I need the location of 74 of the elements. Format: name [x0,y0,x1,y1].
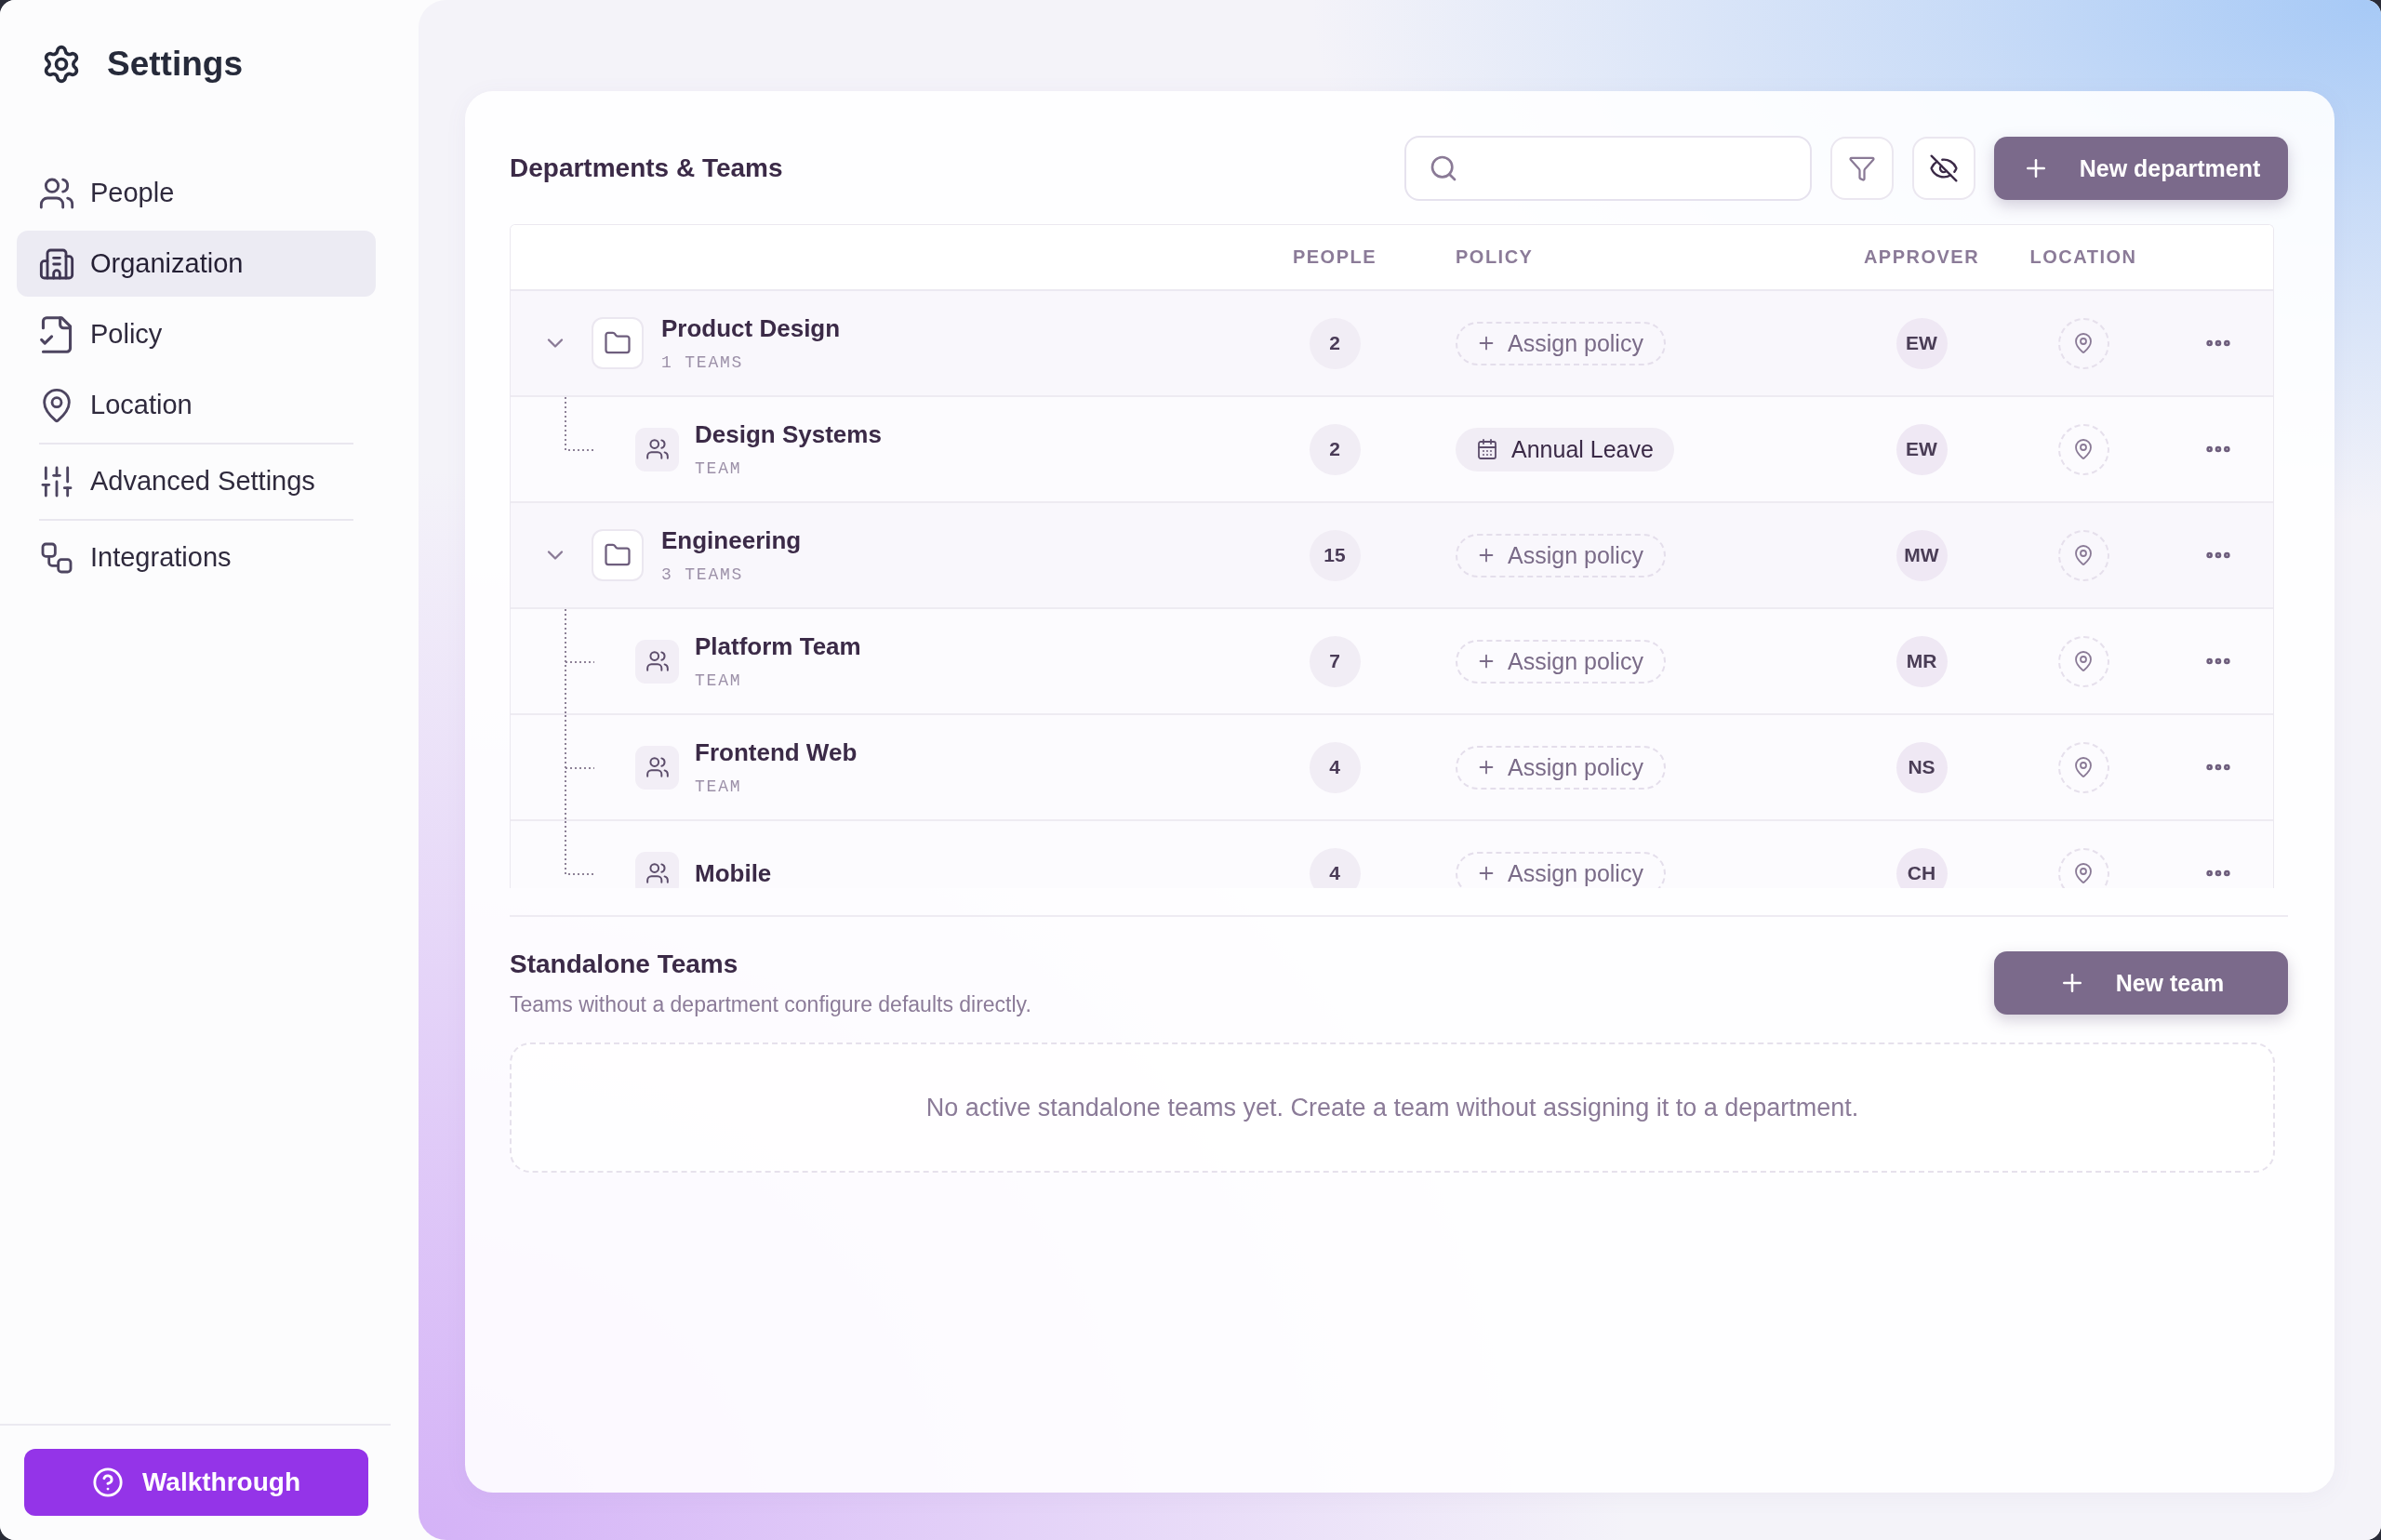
section-description: Teams without a department configure defaults directly. [510,991,1031,1017]
location-pin-icon [2072,862,2095,884]
nav-item[interactable]: Organization [17,231,376,297]
policy-tag[interactable]: Annual Leave [1456,427,1674,471]
team-name: Platform Team [695,631,861,661]
location-button[interactable] [2057,635,2109,687]
people-count: 7 [1309,635,1361,687]
location-pin-icon [2072,332,2095,354]
department-name: Engineering [661,525,802,555]
empty-message: No active standalone teams yet. Create a team without assigning it to a department. [925,1093,1859,1122]
location-pin-icon [2072,756,2095,778]
column-header: LOCATION [2029,246,2137,268]
filter-button[interactable] [1830,137,1894,200]
location-pin-icon [2072,650,2095,672]
team-name: Mobile [695,858,772,888]
column-header: POLICY [1455,246,1534,268]
tree-connector [565,821,594,875]
location-button[interactable] [2057,423,2109,475]
approver-avatar: EW [1895,317,1948,369]
nav-item[interactable]: People [17,160,376,226]
tree-connector [565,397,594,451]
nav-item[interactable]: Advanced Settings [17,448,376,514]
people-count: 2 [1309,423,1361,475]
nav-item[interactable]: Location [17,372,376,438]
people-icon [635,427,679,471]
approver-avatar: MW [1895,529,1948,581]
folder-icon [592,529,644,581]
location-button[interactable] [2057,847,2109,888]
team-name: Design Systems [695,419,882,449]
location-pin-icon [2072,438,2095,460]
eye-off-icon [1929,153,1959,183]
people-icon [635,745,679,790]
location-pin-icon [2072,544,2095,566]
location-button[interactable] [2057,529,2109,581]
nav-item[interactable]: Policy [17,301,376,367]
section-title: Standalone Teams [510,949,739,980]
new-department-button[interactable]: New department [1994,137,2288,200]
search-icon [1429,153,1458,183]
team-name: Frontend Web [695,737,858,767]
team-count: 3 TEAMS [661,564,745,585]
people-count: 15 [1309,529,1361,581]
approver-avatar: MR [1895,635,1948,687]
column-header: PEOPLE [1292,246,1377,268]
approver-avatar: EW [1895,423,1948,475]
folder-icon [592,317,644,369]
assign-policy-button[interactable]: Assign policy [1456,745,1666,790]
filter-icon [1848,154,1876,182]
approver-avatar: NS [1895,741,1948,793]
section-title: Departments & Teams [510,153,783,184]
calendar-icon [1476,438,1498,460]
people-count: 2 [1309,317,1361,369]
people-count: 4 [1309,741,1361,793]
help-icon [91,1467,124,1498]
people-count: 4 [1309,847,1361,888]
approver-avatar: CH [1895,847,1948,888]
nav-item[interactable]: Integrations [17,524,376,591]
team-count: 1 TEAMS [661,352,745,373]
location-button[interactable] [2057,317,2109,369]
assign-policy-button[interactable]: Assign policy [1456,639,1666,684]
assign-policy-button[interactable]: Assign policy [1456,533,1666,578]
row-type-label: TEAM [695,670,743,691]
column-header: APPROVER [1863,246,1980,268]
location-button[interactable] [2057,741,2109,793]
row-type-label: TEAM [695,777,743,797]
assign-policy-button[interactable]: Assign policy [1456,851,1666,888]
search-field[interactable] [1404,136,1812,201]
department-name: Product Design [661,313,841,343]
people-icon [635,639,679,684]
hide-button[interactable] [1912,137,1975,200]
walkthrough-button[interactable]: Walkthrough [24,1449,368,1516]
new-team-button[interactable]: New team [1994,951,2288,1015]
sidebar-title: Settings [107,45,243,84]
assign-policy-button[interactable]: Assign policy [1456,321,1666,365]
row-type-label: TEAM [695,458,743,479]
